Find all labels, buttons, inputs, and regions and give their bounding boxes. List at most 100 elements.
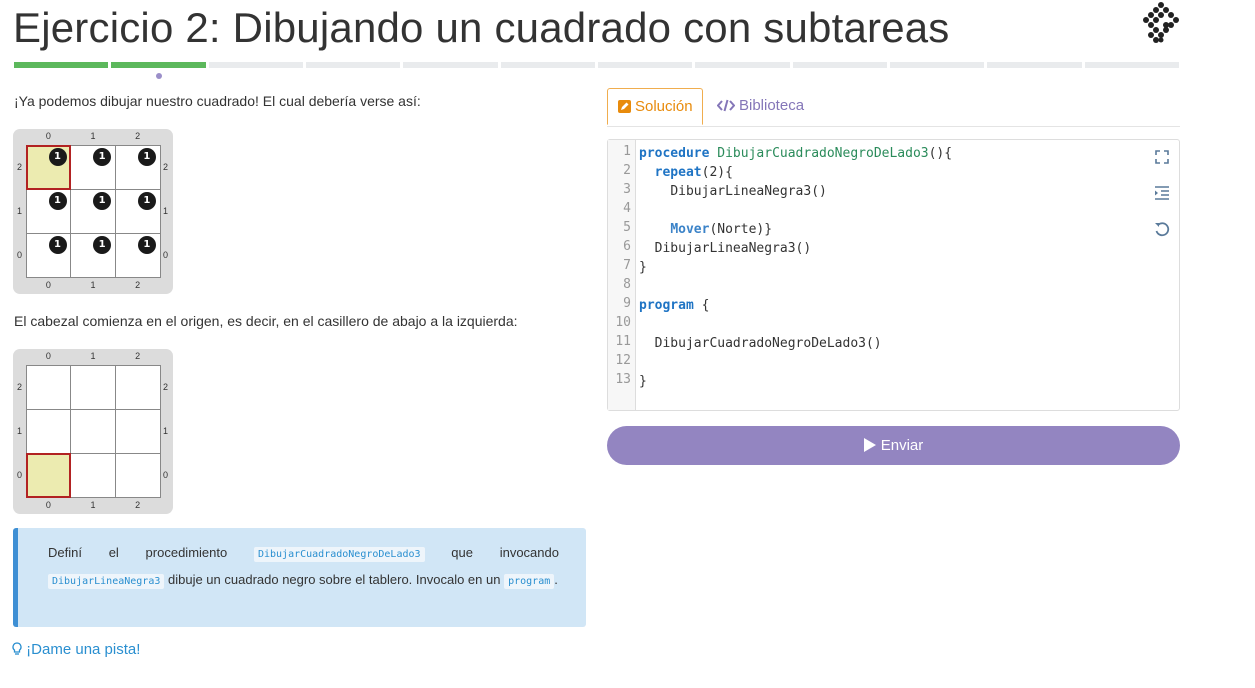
- col-label: 1: [90, 500, 96, 510]
- tab-solucion[interactable]: Solución: [607, 88, 703, 125]
- code-chip: DibujarLineaNegra3: [48, 573, 165, 589]
- progress-step[interactable]: [14, 62, 109, 68]
- code-line[interactable]: [639, 315, 952, 334]
- callout-text: .: [554, 571, 558, 587]
- indent-icon[interactable]: [1153, 184, 1171, 202]
- col-label: 0: [45, 351, 51, 361]
- progress-step[interactable]: [208, 62, 303, 68]
- progress-step[interactable]: [111, 62, 206, 68]
- line-number-gutter: 1 2 3 4 5 6 7 8 9 10 11 12 13: [608, 140, 636, 410]
- code-line[interactable]: [639, 277, 952, 296]
- row-label: 0: [17, 470, 23, 480]
- play-icon: [863, 438, 876, 452]
- editor-toolbar: [1153, 148, 1173, 256]
- progress-step[interactable]: [403, 62, 498, 68]
- code-line[interactable]: DibujarLineaNegra3(): [639, 182, 952, 201]
- code-token: }: [639, 260, 647, 275]
- progress-step[interactable]: [305, 62, 401, 68]
- send-button[interactable]: Enviar: [607, 426, 1180, 465]
- code-token: DibujarCuadradoNegroDeLado3(): [654, 336, 882, 351]
- progress-step[interactable]: [500, 62, 595, 68]
- description-intro-2: El cabezal comienza en el origen, es dec…: [14, 313, 518, 329]
- col-label: 0: [45, 131, 51, 141]
- tab-biblioteca[interactable]: Biblioteca: [707, 88, 814, 125]
- progress-step[interactable]: [1084, 62, 1179, 68]
- edit-icon: [618, 100, 631, 113]
- board-cell: [70, 452, 116, 498]
- hint-link[interactable]: ¡Dame una pista!: [12, 641, 140, 658]
- code-line[interactable]: procedure DibujarCuadradoNegroDeLado3(){: [639, 144, 952, 163]
- line-number: 1: [623, 144, 631, 159]
- mumuki-logo-icon[interactable]: [1140, 2, 1182, 44]
- progress-step[interactable]: [695, 62, 790, 68]
- board-cell-head: 1: [25, 144, 72, 190]
- line-number: 3: [623, 182, 631, 197]
- col-label: 1: [90, 131, 96, 141]
- code-line[interactable]: [639, 353, 952, 372]
- current-step-indicator: [156, 73, 162, 79]
- expand-icon[interactable]: [1153, 148, 1171, 166]
- board-cell: 1: [25, 188, 72, 234]
- black-ball-icon: 1: [137, 235, 156, 254]
- board-cell: 1: [114, 232, 161, 278]
- line-number: 9: [623, 296, 631, 311]
- final-board: 0 1 2 2 1 0 2 1 0 1 1 1 1 1 1 1 1 1 0 1 …: [13, 129, 173, 294]
- code-chip: program: [504, 573, 555, 589]
- progress-step[interactable]: [597, 62, 693, 68]
- board-cell: [114, 452, 161, 498]
- code-line[interactable]: }: [639, 258, 952, 277]
- code-line[interactable]: [639, 201, 952, 220]
- code-line[interactable]: DibujarLineaNegra3(): [639, 239, 952, 258]
- board-cell: 1: [70, 188, 116, 234]
- col-label: 2: [135, 280, 141, 290]
- progress-step[interactable]: [987, 62, 1082, 68]
- col-label: 0: [45, 280, 51, 290]
- callout-text: que invocando: [451, 545, 559, 560]
- code-token: DibujarLineaNegra3(): [654, 241, 812, 256]
- board-cell: [70, 364, 116, 410]
- code-token-keyword: program: [639, 298, 694, 313]
- progress-step[interactable]: [792, 62, 887, 68]
- row-label: 1: [17, 206, 23, 216]
- board-cell: [25, 364, 72, 410]
- code-token: DibujarLineaNegra3(): [670, 184, 827, 199]
- code-editor[interactable]: 1 2 3 4 5 6 7 8 9 10 11 12 13 procedure …: [607, 139, 1180, 411]
- code-token: (Norte)}: [709, 222, 773, 237]
- row-label: 0: [17, 250, 23, 260]
- code-line[interactable]: program {: [639, 296, 952, 315]
- code-content[interactable]: procedure DibujarCuadradoNegroDeLado3(){…: [639, 144, 952, 391]
- code-icon: [717, 99, 735, 112]
- code-token: }: [639, 374, 647, 389]
- assignment-callout: Definí el procedimiento DibujarCuadradoN…: [13, 528, 586, 627]
- board-cell: 1: [70, 144, 116, 190]
- col-label: 2: [135, 500, 141, 510]
- board-cell: 1: [114, 188, 161, 234]
- description-intro: ¡Ya podemos dibujar nuestro cuadrado! El…: [14, 93, 421, 109]
- code-line[interactable]: DibujarCuadradoNegroDeLado3(): [639, 334, 952, 353]
- code-line[interactable]: Mover(Norte)}: [639, 220, 952, 239]
- code-token: (){: [928, 146, 953, 161]
- reset-icon[interactable]: [1153, 220, 1171, 238]
- line-number: 8: [623, 277, 631, 292]
- line-number: 2: [623, 163, 631, 178]
- board-col-labels-top: 0 1 2: [26, 351, 160, 361]
- row-label: 1: [163, 206, 169, 216]
- code-line[interactable]: repeat(2){: [639, 163, 952, 182]
- black-ball-icon: 1: [93, 191, 112, 210]
- progress-step[interactable]: [889, 62, 985, 68]
- row-label: 2: [17, 162, 23, 172]
- code-chip: DibujarCuadradoNegroDeLado3: [253, 547, 425, 562]
- black-ball-icon: 1: [93, 147, 112, 166]
- line-number: 6: [623, 239, 631, 254]
- callout-text: dibuje un cuadrado negro sobre el tabler…: [168, 571, 501, 587]
- board-cell: [114, 408, 161, 454]
- board-grid: 1 1 1 1 1 1 1 1 1: [25, 144, 161, 278]
- board-col-labels-bottom: 0 1 2: [26, 500, 160, 510]
- board-cell: 1: [25, 232, 72, 278]
- code-line[interactable]: }: [639, 372, 952, 391]
- board-cell: 1: [114, 144, 161, 190]
- board-col-labels-top: 0 1 2: [26, 131, 160, 141]
- line-number: 11: [615, 334, 631, 349]
- hint-label[interactable]: ¡Dame una pista!: [26, 641, 140, 658]
- exercise-progress-bar: [14, 62, 1179, 69]
